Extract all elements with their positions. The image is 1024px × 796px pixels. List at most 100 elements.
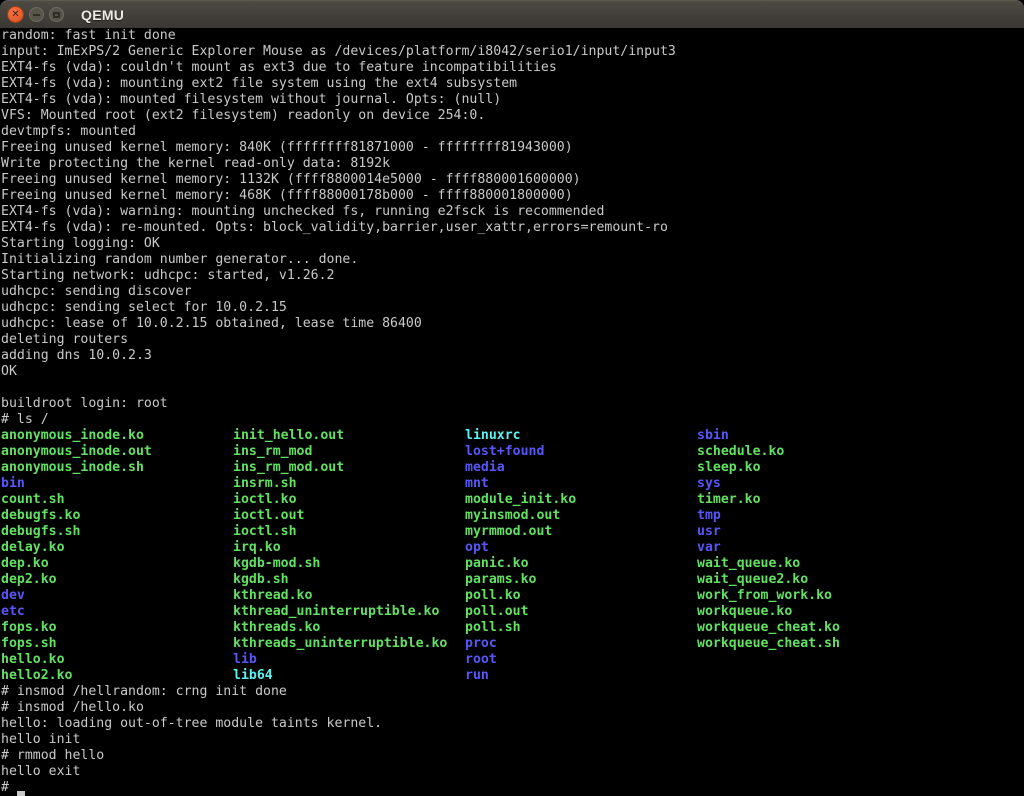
file-entry-dir: bin: [1, 476, 25, 492]
file-entry-exec: anonymous_inode.ko: [1, 428, 144, 444]
boot-message-line: devtmpfs: mounted: [0, 124, 1024, 140]
file-entry-exec: poll.sh: [465, 620, 521, 636]
file-entry-dir: sys: [697, 476, 721, 492]
file-listing-row: anonymous_inode.out ins_rm_mod lost+found s…: [0, 444, 1024, 460]
file-entry-dir: etc: [1, 604, 25, 620]
file-entry-exec: dep.ko: [1, 556, 49, 572]
file-entry-dir: root: [465, 652, 497, 668]
file-entry-exec: workqueue_cheat.ko: [697, 620, 840, 636]
file-entry-exec: ioctl.sh: [233, 524, 297, 540]
shell-command-line: # ls /: [0, 412, 1024, 428]
file-entry-exec: ins_rm_mod.out: [233, 460, 344, 476]
file-entry-exec: kthreads.ko: [233, 620, 320, 636]
file-listing-row: dep.kokgdb-mod.shpanic.kowait_queue.ko: [0, 556, 1024, 572]
boot-message-line: input: ImExPS/2 Generic Explorer Mouse a…: [0, 44, 1024, 60]
file-listing-row: anonymous_inode.shins_rm_mod.outmediasle…: [0, 460, 1024, 476]
boot-message-line: Freeing unused kernel memory: 468K (ffff…: [0, 188, 1024, 204]
file-listing-row: debugfs.koioctl.outmyinsmod.outtmp: [0, 508, 1024, 524]
file-entry-exec: workqueue.ko: [697, 604, 792, 620]
minimize-button[interactable]: [29, 7, 44, 22]
boot-message-line: EXT4-fs (vda): re-mounted. Opts: block_v…: [0, 220, 1024, 236]
file-listing-row: anonymous_inode.ko init_hello.out linuxrc s…: [0, 428, 1024, 444]
file-entry-exec: dep2.ko: [1, 572, 57, 588]
boot-message-line: EXT4-fs (vda): mounting ext2 file system…: [0, 76, 1024, 92]
boot-message-line: Freeing unused kernel memory: 1132K (fff…: [0, 172, 1024, 188]
file-entry-exec: myrmmod.out: [465, 524, 552, 540]
boot-message-line: EXT4-fs (vda): mounted filesystem withou…: [0, 92, 1024, 108]
file-listing-row: debugfs.sh ioctl.sh myrmmod.out usr: [0, 524, 1024, 540]
file-entry-exec: kthread_uninterruptible.ko: [233, 604, 439, 620]
boot-message-line: Starting logging: OK: [0, 236, 1024, 252]
shell-output-line: hello exit: [0, 764, 1024, 780]
file-entry-dir: media: [465, 460, 505, 476]
boot-message-line: Freeing unused kernel memory: 840K (ffff…: [0, 140, 1024, 156]
shell-output-line: # insmod /hello.ko: [0, 700, 1024, 716]
file-entry-exec: poll.ko: [465, 588, 521, 604]
file-entry-exec: fops.ko: [1, 620, 57, 636]
boot-message-line: random: fast init done: [0, 28, 1024, 44]
file-entry-exec: delay.ko: [1, 540, 65, 556]
window-title: QEMU: [81, 7, 124, 23]
close-button[interactable]: ✕: [7, 6, 24, 23]
boot-message-line: udhcpc: lease of 10.0.2.15 obtained, lea…: [0, 316, 1024, 332]
file-entry-exec: myinsmod.out: [465, 508, 560, 524]
file-entry-exec: ioctl.out: [233, 508, 304, 524]
file-entry-exec: module_init.ko: [465, 492, 576, 508]
boot-message-line: EXT4-fs (vda): couldn't mount as ext3 du…: [0, 60, 1024, 76]
file-entry-dir: proc: [465, 636, 497, 652]
file-entry-exec: init_hello.out: [233, 428, 344, 444]
file-entry-exec: hello2.ko: [1, 668, 72, 684]
file-entry-exec: debugfs.ko: [1, 508, 80, 524]
file-entry-exec: ins_rm_mod: [233, 444, 312, 460]
shell-output-line: # rmmod hello: [0, 748, 1024, 764]
file-entry-dir: dev: [1, 588, 25, 604]
file-entry-exec: hello.ko: [1, 652, 65, 668]
file-entry-exec: wait_queue.ko: [697, 556, 800, 572]
file-entry-dir: usr: [697, 524, 721, 540]
file-listing-row: fops.ko kthreads.ko poll.sh workqueue_cheat…: [0, 620, 1024, 636]
boot-message-line: Starting network: udhcpc: started, v1.26…: [0, 268, 1024, 284]
file-entry-exec: poll.out: [465, 604, 529, 620]
file-entry-dir: run: [465, 668, 489, 684]
file-entry-dir: mnt: [465, 476, 489, 492]
file-entry-exec: params.ko: [465, 572, 536, 588]
window-controls: ✕: [0, 6, 64, 23]
file-entry-dir: lost+found: [465, 444, 544, 460]
file-entry-link: lib64: [233, 668, 273, 684]
close-icon: ✕: [11, 10, 19, 20]
shell-output-line: hello init: [0, 732, 1024, 748]
boot-message-line: Initializing random number generator... …: [0, 252, 1024, 268]
file-listing-row: hello.ko lib root: [0, 652, 1024, 668]
shell-prompt-line: #: [0, 780, 1024, 796]
file-entry-dir: opt: [465, 540, 489, 556]
titlebar[interactable]: ✕ QEMU: [0, 0, 1024, 28]
file-listing-row: dep2.kokgdb.shparams.kowait_queue2.ko: [0, 572, 1024, 588]
file-entry-dir: sbin: [697, 428, 729, 444]
file-listing-row: count.shioctl.komodule_init.kotimer.ko: [0, 492, 1024, 508]
maximize-icon: [53, 12, 60, 18]
file-listing-row: devkthread.kopoll.kowork_from_work.ko: [0, 588, 1024, 604]
file-entry-exec: anonymous_inode.out: [1, 444, 152, 460]
file-entry-exec: fops.sh: [1, 636, 57, 652]
file-entry-link: linuxrc: [465, 428, 521, 444]
file-entry-exec: kgdb-mod.sh: [233, 556, 320, 572]
boot-message-line: EXT4-fs (vda): warning: mounting uncheck…: [0, 204, 1024, 220]
file-entry-exec: debugfs.sh: [1, 524, 80, 540]
file-entry-exec: irq.ko: [233, 540, 281, 556]
boot-message-line: deleting routers: [0, 332, 1024, 348]
boot-message-line: OK: [0, 364, 1024, 380]
file-entry-dir: lib: [233, 652, 257, 668]
minimize-icon: [33, 14, 40, 16]
file-entry-exec: anonymous_inode.sh: [1, 460, 144, 476]
terminal-screen[interactable]: random: fast init doneinput: ImExPS/2 Ge…: [0, 28, 1024, 796]
shell-output-line: # insmod /hellrandom: crng init done: [0, 684, 1024, 700]
file-entry-exec: schedule.ko: [697, 444, 784, 460]
file-entry-exec: work_from_work.ko: [697, 588, 832, 604]
maximize-button[interactable]: [49, 7, 64, 22]
boot-message-line: udhcpc: sending discover: [0, 284, 1024, 300]
file-entry-exec: workqueue_cheat.sh: [697, 636, 840, 652]
file-listing-row: fops.shkthreads_uninterruptible.koprocwo…: [0, 636, 1024, 652]
file-listing-row: hello2.ko lib64 run: [0, 668, 1024, 684]
file-entry-exec: kgdb.sh: [233, 572, 289, 588]
boot-message-line: adding dns 10.0.2.3: [0, 348, 1024, 364]
